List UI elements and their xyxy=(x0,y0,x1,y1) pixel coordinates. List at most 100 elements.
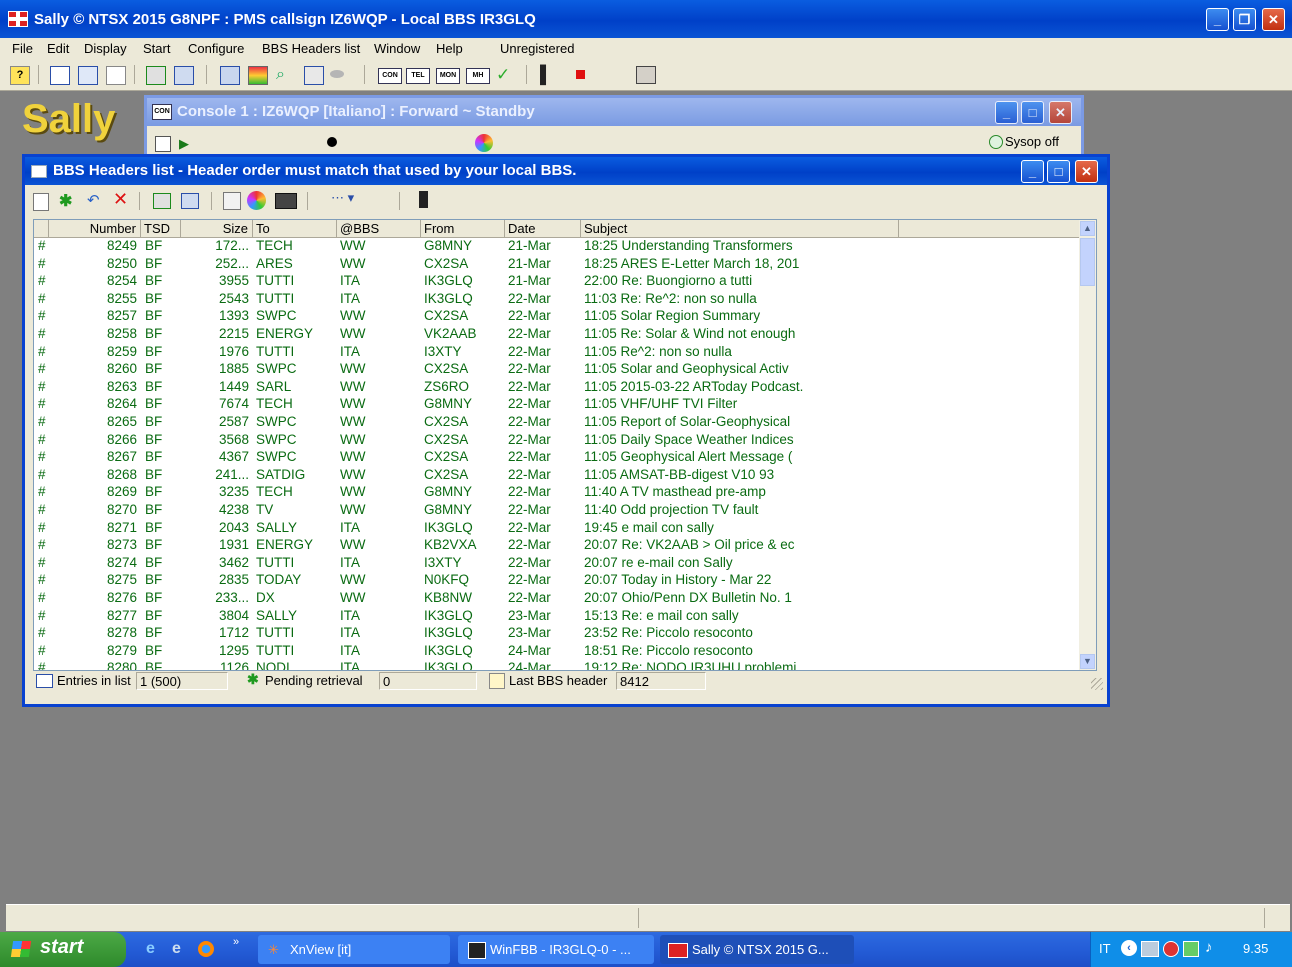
column-header-subject[interactable]: Subject xyxy=(581,220,899,237)
menu-display[interactable]: Display xyxy=(84,41,127,56)
table-row[interactable]: #8279 BF 1295 TUTTI ITA IK3GLQ 24-Mar 18:51 Re:… xyxy=(34,643,1080,661)
mheard-icon[interactable]: MH xyxy=(466,68,490,84)
table-row[interactable]: #8264 BF 7674 TECH WW G8MNY 22-Mar 11:05 VHF/UH… xyxy=(34,396,1080,414)
table-row[interactable]: #8258 BF 2215 ENERGY WW VK2AAB 22-Mar 11:05 Re:… xyxy=(34,326,1080,344)
console-icon[interactable]: CON xyxy=(378,68,402,84)
sort-column-header[interactable] xyxy=(34,220,49,237)
menu-window[interactable]: Window xyxy=(374,41,420,56)
table-row[interactable]: #8275 BF 2835 TODAY WW N0KFQ 22-Mar 20:07 Today… xyxy=(34,572,1080,590)
table-row[interactable]: #8274 BF 3462 TUTTI ITA I3XTY 22-Mar 20:07 re e… xyxy=(34,555,1080,573)
menu-edit[interactable]: Edit xyxy=(47,41,69,56)
scroll-down-button[interactable]: ▼ xyxy=(1080,654,1095,669)
task-sally[interactable]: Sally © NTSX 2015 G... xyxy=(660,935,854,964)
new-icon[interactable] xyxy=(33,193,49,211)
exit-door-icon[interactable]: ▌ xyxy=(540,66,558,83)
column-header-number[interactable]: Number xyxy=(49,220,141,237)
import-icon[interactable] xyxy=(146,66,166,85)
bbs-headers-window[interactable]: BBS Headers list - Header order must mat… xyxy=(22,154,1110,707)
list-window-icon[interactable] xyxy=(50,66,70,85)
list-close-button[interactable]: ✕ xyxy=(1075,160,1098,183)
quicklaunch-ie2-icon[interactable]: e xyxy=(172,940,181,958)
tray-language[interactable]: IT xyxy=(1099,941,1111,956)
scroll-thumb[interactable] xyxy=(1080,238,1095,286)
app-titlebar[interactable]: Sally © NTSX 2015 G8NPF : PMS callsign I… xyxy=(0,0,1292,38)
blank-square-icon[interactable] xyxy=(636,66,656,84)
list-minimize-button[interactable]: _ xyxy=(1021,160,1044,183)
menu-configure[interactable]: Configure xyxy=(188,41,244,56)
new-document-icon[interactable] xyxy=(106,66,126,85)
menu-file[interactable]: File xyxy=(12,41,33,56)
table-row[interactable]: #8250 BF 252... ARES WW CX2SA 21-Mar 18:25 ARES… xyxy=(34,256,1080,274)
tray-expand-icon[interactable]: ‹ xyxy=(1121,940,1137,956)
list-export-icon[interactable] xyxy=(181,193,199,209)
stop-icon[interactable] xyxy=(576,70,585,79)
tray-app-icon[interactable] xyxy=(1183,941,1199,957)
table-row[interactable]: #8259 BF 1976 TUTTI ITA I3XTY 22-Mar 11:05 Re^2… xyxy=(34,344,1080,362)
help-icon[interactable]: ? xyxy=(10,66,30,85)
menu-bbs-headers-list[interactable]: BBS Headers list xyxy=(262,41,360,56)
edit-icon[interactable] xyxy=(223,192,241,210)
column-header-size[interactable]: Size xyxy=(181,220,253,237)
console-record-icon[interactable] xyxy=(327,137,337,147)
script-icon[interactable] xyxy=(304,66,324,85)
resize-grip[interactable] xyxy=(1091,678,1103,690)
console-color-icon[interactable] xyxy=(475,134,493,152)
tray-volume-icon[interactable]: ♪ xyxy=(1205,939,1213,956)
console-close-button[interactable]: ✕ xyxy=(1049,101,1072,124)
console-page-icon[interactable] xyxy=(155,136,171,152)
search-icon[interactable]: ⌕ xyxy=(276,66,294,83)
console-maximize-button[interactable]: □ xyxy=(1021,101,1044,124)
console-titlebar[interactable]: CON Console 1 : IZ6WQP [Italiano] : Forw… xyxy=(147,98,1081,126)
console-play-icon[interactable]: ▶ xyxy=(179,136,189,152)
check-icon[interactable]: ✓ xyxy=(496,66,514,83)
table-row[interactable]: #8260 BF 1885 SWPC WW CX2SA 22-Mar 11:05 Solar … xyxy=(34,361,1080,379)
menu-unregistered[interactable]: Unregistered xyxy=(500,41,574,56)
close-button[interactable]: ✕ xyxy=(1262,8,1285,31)
menu-start[interactable]: Start xyxy=(143,41,170,56)
table-row[interactable]: #8269 BF 3235 TECH WW G8MNY 22-Mar 11:40 A TV m… xyxy=(34,484,1080,502)
bbs-headers-titlebar[interactable]: BBS Headers list - Header order must mat… xyxy=(25,157,1107,185)
delete-icon[interactable]: ✕ xyxy=(113,189,128,210)
table-row[interactable]: #8263 BF 1449 SARL WW ZS6RO 22-Mar 11:05 2015-0… xyxy=(34,379,1080,397)
tray-network-icon[interactable] xyxy=(1141,941,1159,957)
scroll-up-button[interactable]: ▲ xyxy=(1080,221,1095,236)
column-header-to[interactable]: To xyxy=(253,220,337,237)
columns-dropdown-icon[interactable]: ⋯ ▾ xyxy=(331,190,354,206)
table-row[interactable]: #8254 BF 3955 TUTTI ITA IK3GLQ 21-Mar 22:00 Re:… xyxy=(34,273,1080,291)
table-row[interactable]: #8276 BF 233... DX WW KB8NW 22-Mar 20:07 Ohio/P… xyxy=(34,590,1080,608)
table-row[interactable]: #8273 BF 1931 ENERGY WW KB2VXA 22-Mar 20:07 Re:… xyxy=(34,537,1080,555)
form-window-icon[interactable] xyxy=(78,66,98,85)
list-exit-door-icon[interactable] xyxy=(419,191,428,208)
table-row[interactable]: #8268 BF 241... SATDIG WW CX2SA 22-Mar 11:05 AM… xyxy=(34,467,1080,485)
task-winfbb[interactable]: WinFBB - IR3GLQ-0 - ... xyxy=(458,935,654,964)
retrieve-icon[interactable]: ✱ xyxy=(59,191,72,211)
monitor-icon[interactable]: MON xyxy=(436,68,460,84)
undo-icon[interactable]: ↶ xyxy=(87,191,100,209)
table-row[interactable]: #8255 BF 2543 TUTTI ITA IK3GLQ 22-Mar 11:03 Re:… xyxy=(34,291,1080,309)
task-xnview[interactable]: ✳ XnView [it] xyxy=(258,935,450,964)
table-row[interactable]: #8270 BF 4238 TV WW G8MNY 22-Mar 11:40 Odd proj… xyxy=(34,502,1080,520)
sysop-radio[interactable] xyxy=(989,135,1003,149)
database-icon[interactable] xyxy=(248,66,268,85)
vertical-scrollbar[interactable]: ▲ ▼ xyxy=(1079,220,1096,670)
link-icon[interactable] xyxy=(330,70,344,78)
table-row[interactable]: #8257 BF 1393 SWPC WW CX2SA 22-Mar 11:05 Solar … xyxy=(34,308,1080,326)
book-icon[interactable] xyxy=(220,66,240,85)
headers-table[interactable]: Number TSD Size To @BBS From Date Subjec… xyxy=(33,219,1097,671)
table-row[interactable]: #8271 BF 2043 SALLY ITA IK3GLQ 22-Mar 19:45 e m… xyxy=(34,520,1080,538)
table-row[interactable]: #8266 BF 3568 SWPC WW CX2SA 22-Mar 11:05 Daily … xyxy=(34,432,1080,450)
minimize-button[interactable]: _ xyxy=(1206,8,1229,31)
column-header-tsd[interactable]: TSD xyxy=(141,220,181,237)
start-button[interactable]: start xyxy=(0,932,126,967)
keyboard-icon[interactable] xyxy=(275,193,297,209)
column-header-bbs[interactable]: @BBS xyxy=(337,220,421,237)
tray-security-icon[interactable] xyxy=(1163,941,1179,957)
column-header-date[interactable]: Date xyxy=(505,220,581,237)
restore-button[interactable]: ❐ xyxy=(1233,8,1256,31)
list-maximize-button[interactable]: □ xyxy=(1047,160,1070,183)
table-row[interactable]: #8277 BF 3804 SALLY ITA IK3GLQ 23-Mar 15:13 Re:… xyxy=(34,608,1080,626)
quicklaunch-firefox-icon[interactable] xyxy=(198,941,214,957)
color-wheel-icon[interactable] xyxy=(247,191,266,210)
table-row[interactable]: #8249 BF 172... TECH WW G8MNY 21-Mar 18:25 Unde… xyxy=(34,238,1080,256)
table-row[interactable]: #8267 BF 4367 SWPC WW CX2SA 22-Mar 11:05 Geophy… xyxy=(34,449,1080,467)
